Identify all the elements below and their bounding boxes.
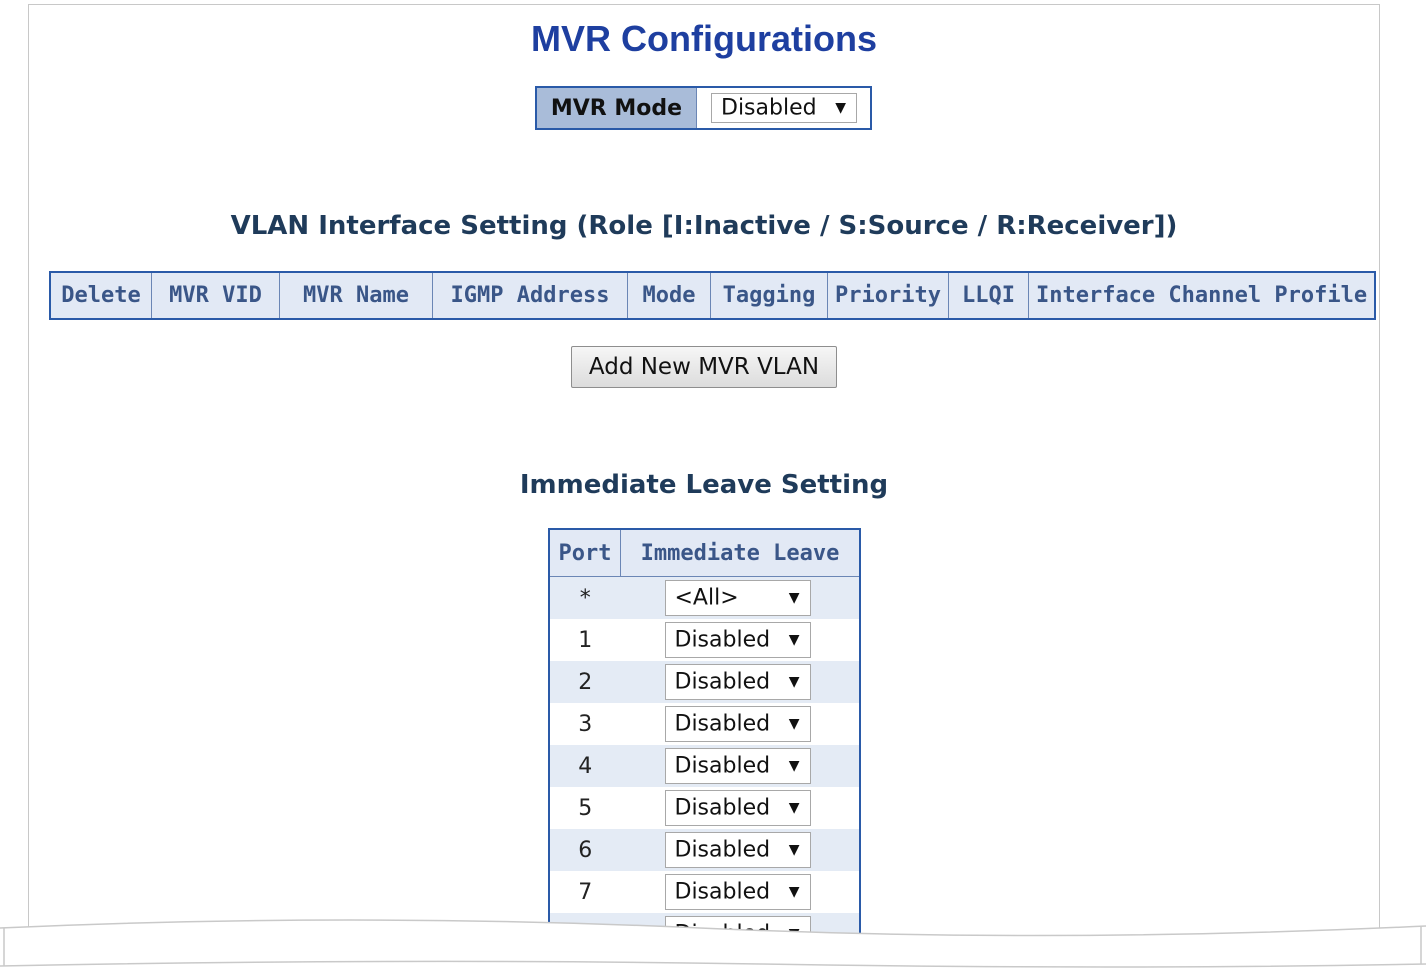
- col-delete: Delete: [50, 272, 152, 319]
- table-row: 5 Disabled ▼: [549, 787, 860, 829]
- dropdown-arrow-icon: ▼: [788, 674, 800, 690]
- col-llqi: LLQI: [947, 272, 1029, 319]
- select-value: Disabled: [674, 879, 771, 905]
- select-value: Disabled: [674, 921, 771, 947]
- table-row: 2 Disabled ▼: [549, 661, 860, 703]
- col-mode: Mode: [627, 272, 711, 319]
- dropdown-arrow-icon: ▼: [788, 758, 800, 774]
- port-cell: 4: [549, 745, 621, 787]
- mvr-mode-box: MVR Mode Disabled ▼: [535, 86, 872, 130]
- col-interface-channel-profile: Interface Channel Profile: [1027, 272, 1376, 319]
- port-cell: 3: [549, 703, 621, 745]
- dropdown-arrow-icon: ▼: [788, 716, 800, 732]
- immediate-leave-title: Immediate Leave Setting: [519, 470, 889, 500]
- dropdown-arrow-icon: ▼: [788, 842, 800, 858]
- port-cell: 2: [549, 661, 621, 703]
- select-value: <All>: [674, 585, 739, 611]
- port-cell: 1: [549, 619, 621, 661]
- table-row: 1 Disabled ▼: [549, 619, 860, 661]
- vlan-table: Delete MVR VID MVR Name IGMP Address Mod…: [49, 271, 1377, 320]
- select-value: Disabled: [674, 837, 771, 863]
- immediate-leave-select[interactable]: Disabled ▼: [664, 748, 811, 784]
- port-cell: 5: [549, 787, 621, 829]
- immediate-leave-select[interactable]: Disabled ▼: [664, 832, 811, 868]
- mvr-mode-select[interactable]: Disabled ▼: [711, 93, 857, 123]
- port-cell: 7: [549, 871, 621, 913]
- immediate-leave-select[interactable]: Disabled ▼: [664, 664, 811, 700]
- mvr-mode-label: MVR Mode: [537, 88, 697, 128]
- select-value: Disabled: [674, 795, 771, 821]
- immediate-leave-select[interactable]: Disabled ▼: [664, 622, 811, 658]
- dropdown-arrow-icon: ▼: [788, 800, 800, 816]
- port-cell: 6: [549, 829, 621, 871]
- select-value: Disabled: [674, 711, 771, 737]
- col-mvr-vid: MVR VID: [151, 272, 280, 319]
- immediate-leave-select[interactable]: Disabled ▼: [664, 790, 811, 826]
- dropdown-arrow-icon: ▼: [788, 884, 800, 900]
- col-priority: Priority: [827, 272, 949, 319]
- select-value: Disabled: [674, 627, 771, 653]
- col-port: Port: [549, 529, 621, 577]
- select-value: Disabled: [674, 669, 771, 695]
- mvr-mode-value: Disabled: [721, 95, 817, 121]
- dropdown-arrow-icon: ▼: [835, 100, 846, 116]
- table-row: 6 Disabled ▼: [549, 829, 860, 871]
- add-new-mvr-vlan-button[interactable]: Add New MVR VLAN: [571, 346, 837, 388]
- col-mvr-name: MVR Name: [279, 272, 433, 319]
- table-row: 7 Disabled ▼: [549, 871, 860, 913]
- col-igmp-address: IGMP Address: [432, 272, 628, 319]
- table-row: * <All> ▼: [549, 576, 860, 619]
- immediate-leave-header: Port Immediate Leave: [549, 529, 860, 577]
- immediate-leave-select[interactable]: Disabled ▼: [664, 706, 811, 742]
- vlan-table-header: Delete MVR VID MVR Name IGMP Address Mod…: [50, 272, 1376, 319]
- vlan-section-title: VLAN Interface Setting (Role [I:Inactive…: [230, 211, 1178, 241]
- table-row: 8 Disabled ▼: [549, 913, 860, 956]
- col-tagging: Tagging: [710, 272, 828, 319]
- dropdown-arrow-icon: ▼: [788, 926, 800, 942]
- col-immediate-leave: Immediate Leave: [620, 529, 860, 577]
- port-cell: *: [549, 576, 621, 619]
- immediate-leave-table: Port Immediate Leave * <All> ▼ 1 Disabled…: [548, 528, 861, 957]
- dropdown-arrow-icon: ▼: [788, 632, 800, 648]
- table-row: 3 Disabled ▼: [549, 703, 860, 745]
- port-cell: 8: [549, 913, 621, 956]
- immediate-leave-select[interactable]: Disabled ▼: [664, 916, 811, 952]
- immediate-leave-select[interactable]: <All> ▼: [664, 580, 811, 616]
- immediate-leave-select[interactable]: Disabled ▼: [664, 874, 811, 910]
- page-title: MVR Configurations: [531, 18, 877, 59]
- select-value: Disabled: [674, 753, 771, 779]
- table-row: 4 Disabled ▼: [549, 745, 860, 787]
- dropdown-arrow-icon: ▼: [788, 590, 800, 606]
